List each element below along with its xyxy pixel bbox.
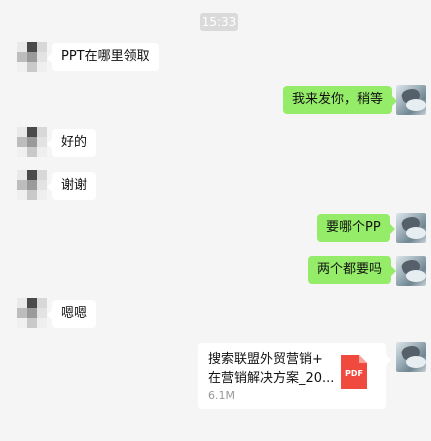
contact-avatar[interactable] xyxy=(17,42,47,72)
contact-avatar[interactable] xyxy=(17,170,47,200)
message-bubble-outgoing[interactable]: 我来发你，稍等 xyxy=(283,86,398,114)
file-name: 搜索联盟外贸营销+ 在营销解决方案_20... xyxy=(208,352,335,386)
message-bubble-incoming[interactable]: 嗯嗯 xyxy=(46,300,97,328)
contact-avatar[interactable] xyxy=(17,298,47,328)
pdf-file-icon: PDF xyxy=(341,355,367,389)
my-avatar[interactable] xyxy=(396,213,426,243)
message-timestamp: 15:33 xyxy=(200,13,238,31)
message-bubble-outgoing[interactable]: 要哪个PP xyxy=(317,214,395,242)
message-bubble-incoming[interactable]: 好的 xyxy=(46,129,97,157)
my-avatar[interactable] xyxy=(396,85,426,115)
message-bubble-outgoing[interactable]: 两个都要吗 xyxy=(308,256,397,284)
contact-avatar[interactable] xyxy=(17,127,47,157)
file-message-card[interactable]: 搜索联盟外贸营销+ 在营销解决方案_20... 6.1M PDF xyxy=(198,343,391,409)
my-avatar[interactable] xyxy=(396,342,426,372)
message-bubble-incoming[interactable]: 谢谢 xyxy=(46,172,97,200)
message-bubble-incoming[interactable]: PPT在哪里领取 xyxy=(47,43,159,71)
my-avatar[interactable] xyxy=(396,256,426,286)
file-size: 6.1M xyxy=(208,389,235,402)
